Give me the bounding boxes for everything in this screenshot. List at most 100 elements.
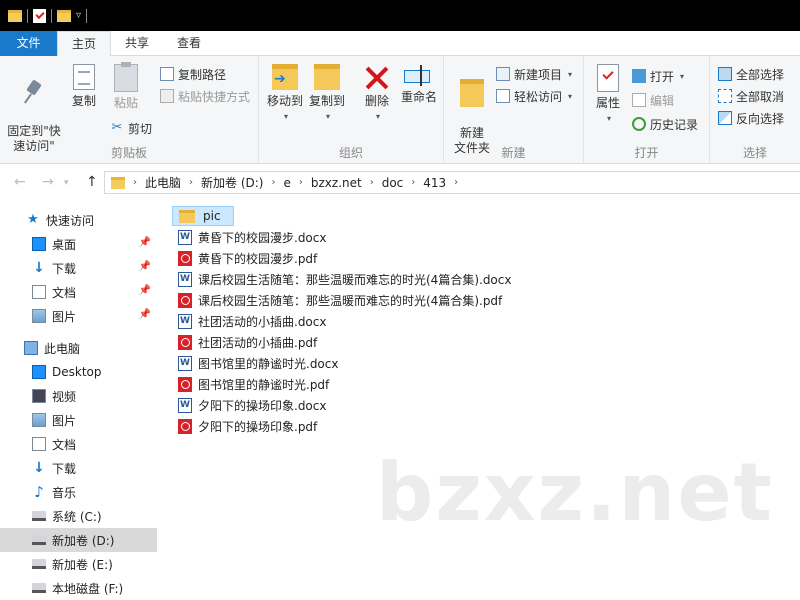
up-arrow-icon[interactable]: ↑ [86, 174, 98, 190]
open-label: 打开 [650, 69, 675, 84]
sidebar-item-label: 新加卷 (E:) [52, 557, 113, 572]
sidebar-item-this-pc[interactable]: 此电脑 [0, 336, 157, 360]
list-item[interactable]: 课后校园生活随笔：那些温暖而难忘的时光(4篇合集).pdf [172, 290, 502, 310]
sidebar-item-drive-c[interactable]: 系统 (C:) [0, 504, 157, 528]
edit-label: 编辑 [650, 93, 675, 108]
properties-quick-icon[interactable] [33, 8, 46, 23]
sidebar-item-drive-e[interactable]: 新加卷 (E:) [0, 552, 157, 576]
breadcrumb-e[interactable]: e [283, 176, 290, 190]
breadcrumb-bzxz[interactable]: bzxz.net [311, 176, 362, 190]
sidebar-item-label: 文档 [52, 437, 77, 452]
copy-to-button[interactable]: 复制到 ▾ [307, 64, 347, 124]
sidebar-item-documents[interactable]: 文档 [0, 432, 157, 456]
sidebar-item-downloads[interactable]: ↓ 下载 [0, 456, 157, 480]
back-arrow-icon[interactable]: ← [14, 174, 26, 190]
sidebar-item-desktop-quick[interactable]: 桌面 📌 [0, 232, 157, 256]
pictures-icon [32, 309, 46, 323]
properties-button[interactable]: 属性 ▾ [590, 64, 626, 126]
list-item[interactable]: 图书馆里的静谧时光.docx [172, 353, 338, 373]
download-icon: ↓ [33, 260, 45, 276]
list-item[interactable]: 社团活动的小插曲.pdf [172, 332, 317, 352]
ribbon: 固定到"快 速访问" 复制 粘贴 复制路径 粘贴快捷方式 ✂ 剪切 剪贴板 移动… [0, 56, 800, 164]
copy-path-button[interactable]: 复制路径 [160, 64, 226, 84]
chevron-right-icon[interactable]: › [411, 177, 415, 188]
new-folder-button[interactable]: 新建 文件夹 [450, 64, 494, 156]
tab-home[interactable]: 主页 [57, 31, 112, 57]
divider [51, 8, 52, 23]
pin-icon[interactable]: 📌 [139, 261, 151, 272]
drive-icon [32, 535, 46, 545]
sidebar-item-videos[interactable]: 视频 [0, 384, 157, 408]
list-item[interactable]: 社团活动的小插曲.docx [172, 311, 326, 331]
sidebar-item-quick-access[interactable]: ★ 快速访问 [0, 208, 157, 232]
new-item-button[interactable]: 新建项目 ▾ [496, 64, 572, 84]
easy-access-chevron-down-icon: ▾ [568, 91, 573, 101]
paste-button[interactable]: 粘贴 [108, 62, 144, 111]
file-name: 夕阳下的操场印象.pdf [198, 419, 318, 434]
file-name: 课后校园生活随笔：那些温暖而难忘的时光(4篇合集).pdf [198, 293, 503, 308]
recent-locations-chevron-down-icon[interactable]: ▾ [64, 178, 69, 188]
breadcrumb-this-pc[interactable]: 此电脑 [145, 174, 181, 191]
breadcrumb-drive-d[interactable]: 新加卷 (D:) [201, 174, 263, 191]
pin-quick-access-button[interactable]: 固定到"快 速访问" [4, 64, 64, 154]
cut-button[interactable]: ✂ 剪切 [110, 118, 152, 138]
list-item[interactable]: 夕阳下的操场印象.docx [172, 395, 326, 415]
sidebar-item-label: 图片 [52, 413, 77, 428]
customize-quick-access-chevron-icon[interactable]: ▿ [76, 10, 81, 21]
pin-icon[interactable]: 📌 [139, 237, 151, 248]
copy-button[interactable]: 复制 [66, 64, 102, 109]
list-item[interactable]: 夕阳下的操场印象.pdf [172, 416, 317, 436]
edit-button[interactable]: 编辑 [632, 90, 674, 110]
tab-share[interactable]: 共享 [111, 31, 163, 56]
paste-shortcut-button[interactable]: 粘贴快捷方式 [160, 86, 250, 106]
chevron-right-icon[interactable]: › [271, 177, 275, 188]
pin-icon[interactable]: 📌 [139, 285, 151, 296]
list-item[interactable]: 黄昏下的校园漫步.pdf [172, 248, 317, 268]
sidebar-item-desktop[interactable]: Desktop [0, 360, 157, 384]
breadcrumb-doc[interactable]: doc [382, 176, 404, 190]
select-group: 全部选择 全部取消 反向选择 选择 [710, 56, 800, 164]
easy-access-button[interactable]: 轻松访问 ▾ [496, 86, 572, 106]
invert-selection-button[interactable]: 反向选择 [718, 108, 784, 128]
list-item[interactable]: pic [172, 206, 234, 226]
pdf-icon [178, 334, 192, 350]
select-none-button[interactable]: 全部取消 [718, 86, 784, 106]
new-folder-quick-icon[interactable] [57, 9, 71, 22]
chevron-right-icon[interactable]: › [299, 177, 303, 188]
move-to-button[interactable]: 移动到 ▾ [265, 64, 305, 124]
copy-to-chevron-down-icon: ▾ [325, 112, 330, 121]
open-button[interactable]: 打开 ▾ [632, 66, 684, 86]
chevron-right-icon[interactable]: › [133, 177, 137, 188]
sidebar-item-drive-f[interactable]: 本地磁盘 (F:) [0, 576, 157, 600]
delete-button[interactable]: 删除 ▾ [359, 64, 395, 124]
chevron-right-icon[interactable]: › [370, 177, 374, 188]
sidebar-item-pictures[interactable]: 图片 [0, 408, 157, 432]
list-item[interactable]: 黄昏下的校园漫步.docx [172, 227, 326, 247]
sidebar-item-label: 下载 [52, 261, 77, 276]
tab-view[interactable]: 查看 [163, 31, 215, 56]
sidebar-item-music[interactable]: ♪ 音乐 [0, 480, 157, 504]
open-chevron-down-icon: ▾ [680, 71, 685, 81]
sidebar-item-drive-d[interactable]: 新加卷 (D:) [0, 528, 157, 552]
chevron-right-icon[interactable]: › [189, 177, 193, 188]
sidebar-item-downloads-quick[interactable]: ↓ 下载 📌 [0, 256, 157, 280]
open-icon [632, 69, 646, 83]
history-button[interactable]: 历史记录 [632, 114, 698, 134]
sidebar-item-pictures-quick[interactable]: 图片 📌 [0, 304, 157, 328]
pdf-icon [178, 250, 192, 266]
select-all-button[interactable]: 全部选择 [718, 64, 784, 84]
forward-arrow-icon[interactable]: → [42, 174, 54, 190]
chevron-right-icon[interactable]: › [454, 177, 458, 188]
sidebar-item-documents-quick[interactable]: 文档 📌 [0, 280, 157, 304]
list-item[interactable]: 图书馆里的静谧时光.pdf [172, 374, 329, 394]
select-all-icon [718, 67, 732, 81]
file-name: 课后校园生活随笔：那些温暖而难忘的时光(4篇合集).docx [198, 272, 512, 287]
sidebar-item-label: 系统 (C:) [52, 509, 102, 524]
address-bar[interactable]: › 此电脑 › 新加卷 (D:) › e › bzxz.net › doc › … [104, 171, 800, 194]
breadcrumb-413[interactable]: 413 [423, 176, 446, 190]
list-item[interactable]: 课后校园生活随笔：那些温暖而难忘的时光(4篇合集).docx [172, 269, 511, 289]
pin-icon[interactable]: 📌 [139, 309, 151, 320]
tab-file[interactable]: 文件 [0, 31, 57, 56]
rename-button[interactable]: 重命名 [397, 64, 441, 105]
folder-icon [179, 209, 195, 223]
